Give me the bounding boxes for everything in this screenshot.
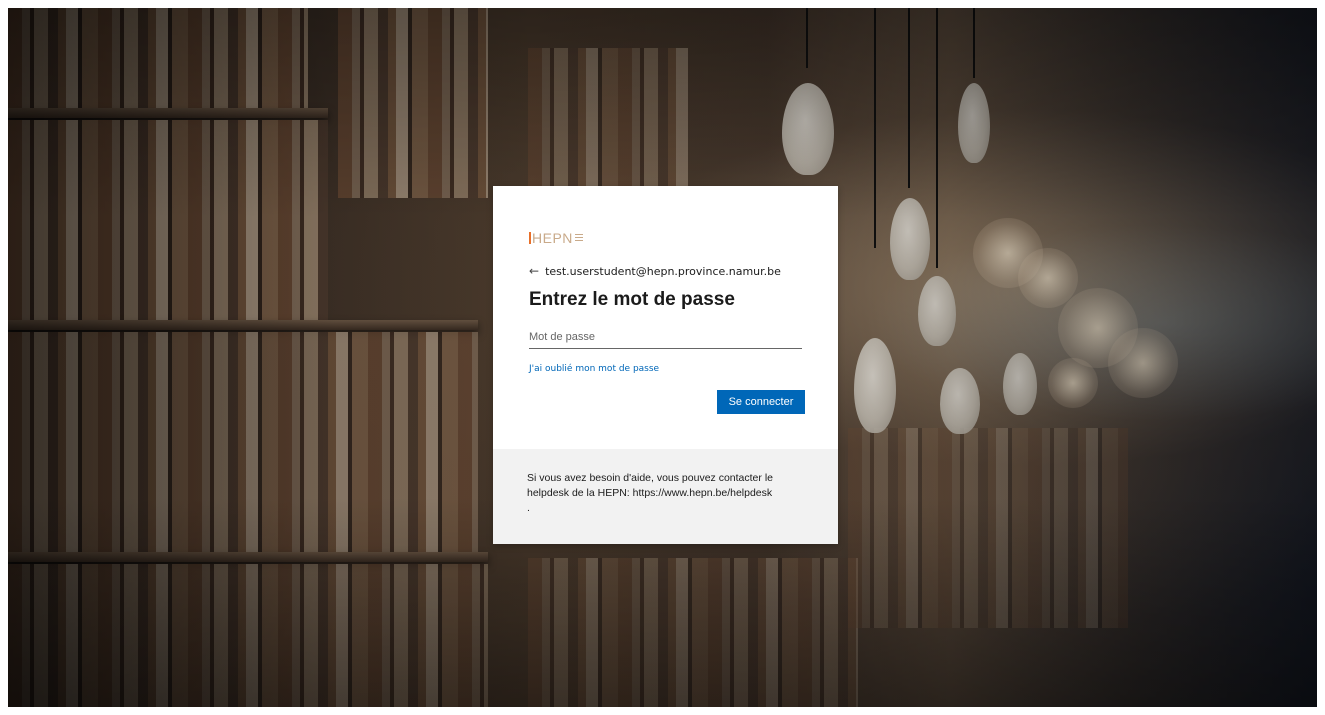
login-card-body: HEPN ← test.userstudent@hepn.province.na…	[493, 186, 838, 449]
sign-in-button[interactable]: Se connecter	[717, 390, 805, 414]
account-email: test.userstudent@hepn.province.namur.be	[545, 264, 781, 278]
login-card: HEPN ← test.userstudent@hepn.province.na…	[493, 186, 838, 544]
logo-mark-icon	[529, 232, 531, 244]
help-trailing: .	[527, 502, 530, 514]
identity-banner[interactable]: ← test.userstudent@hepn.province.namur.b…	[529, 264, 781, 278]
hepn-logo: HEPN	[529, 230, 583, 246]
back-arrow-icon[interactable]: ←	[529, 264, 539, 278]
help-text: Si vous avez besoin d'aide, vous pouvez …	[527, 471, 817, 516]
help-footer: Si vous avez besoin d'aide, vous pouvez …	[493, 449, 838, 544]
page-title: Entrez le mot de passe	[529, 289, 735, 310]
help-message: Si vous avez besoin d'aide, vous pouvez …	[527, 472, 773, 499]
logo-text: HEPN	[532, 230, 573, 246]
forgot-password-link[interactable]: J'ai oublié mon mot de passe	[529, 364, 659, 374]
password-input[interactable]	[529, 326, 802, 349]
logo-stripes-icon	[574, 234, 583, 242]
